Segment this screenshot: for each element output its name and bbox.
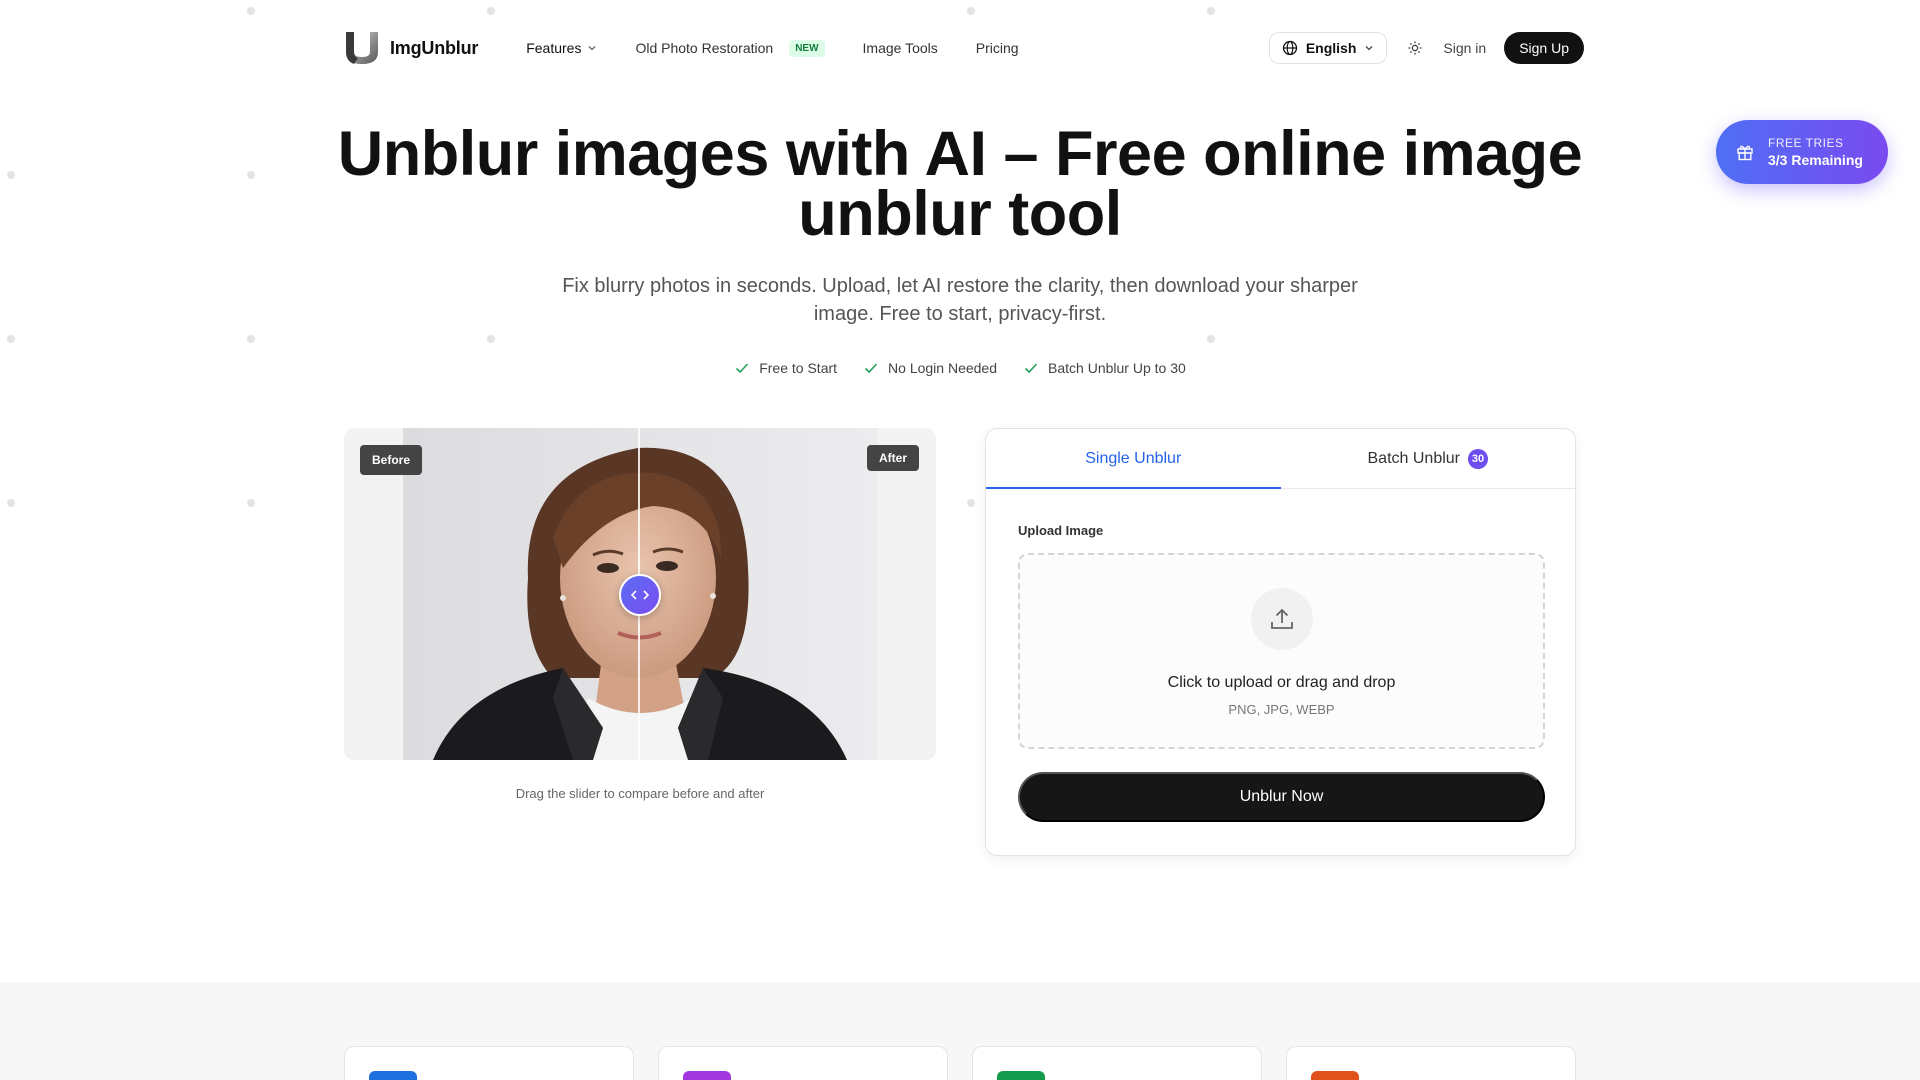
checkmark-icon xyxy=(864,363,878,374)
check-label: Batch Unblur Up to 30 xyxy=(1048,360,1186,376)
hero-title: Unblur images with AI – Free online imag… xyxy=(337,119,1583,249)
gift-icon xyxy=(1737,145,1753,161)
tab-batch-unblur[interactable]: Batch Unblur 30 xyxy=(1281,429,1576,488)
before-after-compare[interactable]: Before After xyxy=(344,428,936,760)
before-label: Before xyxy=(360,445,423,475)
compare-slider-handle[interactable] xyxy=(619,574,661,616)
upload-dropzone[interactable]: Click to upload or drag and drop PNG, JP… xyxy=(1018,553,1545,749)
brand-name: ImgUnblur xyxy=(390,37,479,58)
chevron-down-icon xyxy=(588,46,596,51)
dropzone-formats: PNG, JPG, WEBP xyxy=(1228,702,1335,717)
chevron-left-right-icon xyxy=(630,590,650,600)
nav-pricing-label: Pricing xyxy=(975,40,1019,56)
sun-icon xyxy=(1408,41,1422,55)
check-item: No Login Needed xyxy=(863,360,997,376)
sign-in-link[interactable]: Sign in xyxy=(1443,40,1486,56)
upload-card: Single Unblur Batch Unblur 30 Upload Ima… xyxy=(985,428,1576,856)
top-navbar: ImgUnblur Features Old Photo Restoration… xyxy=(344,26,1584,70)
new-badge: NEW xyxy=(789,39,825,57)
nav-features[interactable]: Features xyxy=(526,40,597,56)
chevron-down-icon xyxy=(1365,46,1373,51)
features-section xyxy=(0,982,1920,1080)
sign-up-button[interactable]: Sign Up xyxy=(1504,32,1584,64)
main-nav: Features Old Photo Restoration NEW Image… xyxy=(526,39,1019,57)
feature-icon xyxy=(683,1071,731,1080)
hero-subtitle: Fix blurry photos in seconds. Upload, le… xyxy=(562,275,1358,325)
nav-image-tools-label: Image Tools xyxy=(862,40,938,56)
check-item: Batch Unblur Up to 30 xyxy=(1023,360,1186,376)
tab-single-unblur[interactable]: Single Unblur xyxy=(986,429,1281,489)
theme-toggle[interactable] xyxy=(1405,38,1425,58)
tab-single-label: Single Unblur xyxy=(1085,449,1182,467)
feature-checklist: Free to Start No Login Needed Batch Unbl… xyxy=(0,360,1920,376)
nav-old-photo-label: Old Photo Restoration xyxy=(635,40,774,56)
free-tries-count: 3/3 Remaining xyxy=(1768,152,1863,168)
checkmark-icon xyxy=(1024,363,1038,374)
logo-u-icon xyxy=(344,30,380,66)
unblur-now-button[interactable]: Unblur Now xyxy=(1018,772,1545,822)
feature-icon xyxy=(1311,1071,1359,1080)
brand-logo[interactable]: ImgUnblur xyxy=(344,30,478,66)
batch-count-badge: 30 xyxy=(1468,448,1488,469)
free-tries-label: FREE TRIES xyxy=(1768,136,1844,150)
dropzone-instruction: Click to upload or drag and drop xyxy=(1167,674,1396,691)
nav-image-tools[interactable]: Image Tools xyxy=(863,40,938,56)
upload-image-label: Upload Image xyxy=(1018,523,1104,538)
nav-actions: English Sign in Sign Up xyxy=(1268,32,1584,64)
nav-pricing[interactable]: Pricing xyxy=(976,40,1019,56)
check-item: Free to Start xyxy=(734,360,837,376)
mode-tabs: Single Unblur Batch Unblur 30 xyxy=(986,429,1575,489)
check-label: Free to Start xyxy=(759,360,838,376)
nav-features-label: Features xyxy=(526,40,582,56)
nav-old-photo-restoration[interactable]: Old Photo Restoration NEW xyxy=(635,39,825,57)
after-label: After xyxy=(866,445,919,471)
feature-card[interactable] xyxy=(658,1046,948,1080)
globe-icon xyxy=(1282,40,1297,56)
feature-icon xyxy=(997,1071,1045,1080)
upload-icon-wrapper xyxy=(1251,588,1313,650)
feature-card[interactable] xyxy=(344,1046,634,1080)
compare-caption: Drag the slider to compare before and af… xyxy=(515,786,765,801)
upload-icon xyxy=(1271,608,1293,629)
feature-card[interactable] xyxy=(1286,1046,1576,1080)
tab-batch-label: Batch Unblur xyxy=(1367,449,1461,467)
free-tries-badge[interactable]: FREE TRIES 3/3 Remaining xyxy=(1716,120,1888,184)
feature-icon xyxy=(369,1071,417,1080)
language-label: English xyxy=(1305,40,1357,56)
feature-card[interactable] xyxy=(972,1046,1262,1080)
check-label: No Login Needed xyxy=(888,360,998,376)
language-selector[interactable]: English xyxy=(1268,32,1388,64)
checkmark-icon xyxy=(736,363,749,374)
